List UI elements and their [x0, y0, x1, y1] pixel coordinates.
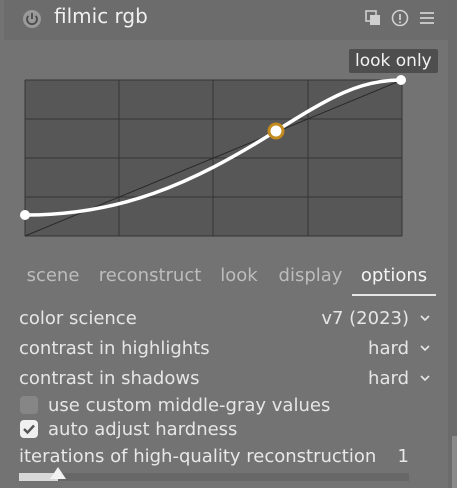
filmic-curve-graph[interactable]: [0, 40, 448, 260]
color-science-label: color science: [19, 308, 137, 329]
custom-middle-gray-checkbox[interactable]: use custom middle-gray values: [19, 394, 439, 418]
contrast-shadows-label: contrast in shadows: [19, 368, 200, 389]
power-icon[interactable]: [22, 9, 42, 29]
custom-middle-gray-label: use custom middle-gray values: [48, 395, 331, 416]
white-point-node[interactable]: [396, 75, 406, 85]
iterations-value: 1: [397, 446, 409, 467]
module-header[interactable]: filmic rgb: [4, 0, 448, 40]
contrast-highlights-label: contrast in highlights: [19, 338, 210, 359]
auto-adjust-hardness-checkbox[interactable]: auto adjust hardness: [19, 418, 439, 442]
contrast-highlights-value: hard: [368, 338, 409, 359]
tab-bar: scene reconstruct look display options: [18, 262, 438, 296]
tab-scene[interactable]: scene: [18, 262, 88, 294]
auto-adjust-hardness-label: auto adjust hardness: [48, 419, 238, 440]
iterations-slider[interactable]: iterations of high-quality reconstructio…: [19, 443, 429, 487]
tab-options[interactable]: options: [352, 262, 436, 296]
chevron-down-icon: [420, 315, 430, 322]
iterations-label: iterations of high-quality reconstructio…: [19, 446, 377, 467]
checkmark-icon: [23, 424, 35, 435]
contrast-highlights-dropdown[interactable]: contrast in highlights hard: [19, 335, 439, 361]
checkbox-unchecked[interactable]: [20, 396, 38, 414]
chevron-down-icon: [420, 345, 430, 352]
tab-reconstruct[interactable]: reconstruct: [96, 262, 204, 294]
color-science-dropdown[interactable]: color science v7 (2023): [19, 305, 439, 331]
presets-menu-icon[interactable]: [418, 9, 436, 27]
contrast-shadows-dropdown[interactable]: contrast in shadows hard: [19, 365, 439, 391]
black-point-node[interactable]: [20, 210, 30, 220]
slider-track[interactable]: [19, 473, 409, 481]
scrollbar-thumb[interactable]: [452, 436, 457, 488]
module-title: filmic rgb: [54, 4, 148, 28]
reset-icon[interactable]: [391, 9, 409, 27]
chevron-down-icon: [420, 375, 430, 382]
contrast-shadows-value: hard: [368, 368, 409, 389]
tab-display[interactable]: display: [273, 262, 348, 294]
panel-edge: [448, 0, 457, 488]
slider-handle[interactable]: [50, 467, 66, 479]
color-science-value: v7 (2023): [321, 308, 409, 329]
view-mode-label[interactable]: look only: [349, 49, 438, 73]
multi-instance-icon[interactable]: [364, 9, 382, 27]
tab-look[interactable]: look: [211, 262, 267, 294]
filmic-rgb-module: filmic rgb look only scene reconstruct l…: [0, 0, 457, 488]
checkbox-checked[interactable]: [20, 420, 38, 438]
middle-gray-node[interactable]: [267, 122, 285, 140]
